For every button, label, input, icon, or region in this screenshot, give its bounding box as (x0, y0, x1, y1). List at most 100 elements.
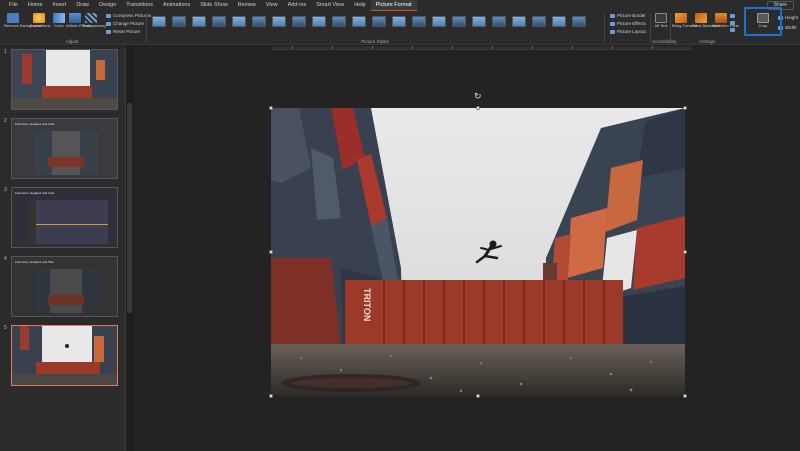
picture-style-15[interactable] (432, 16, 446, 27)
picture-style-4[interactable] (212, 16, 226, 27)
picture-style-16[interactable] (452, 16, 466, 27)
ruler-tick (452, 46, 453, 49)
corrections-button[interactable]: Corrections (30, 13, 50, 29)
slide-5-image (12, 326, 117, 385)
picture-style-10[interactable] (332, 16, 346, 27)
align-button[interactable] (730, 14, 737, 18)
thumbnail-panel-scrollbar[interactable] (127, 103, 132, 313)
remove-background-button[interactable]: Remove Background (4, 13, 41, 29)
picture-style-3[interactable] (192, 16, 206, 27)
slide-3-title: Footnotes, Headers and Lists (15, 191, 55, 195)
menu-slide-show[interactable]: Slide Show (195, 0, 233, 11)
slide-2-title: Footnotes, Headers and Lists (15, 122, 55, 126)
selected-picture[interactable]: TRITON (271, 108, 685, 396)
picture-style-11[interactable] (352, 16, 366, 27)
send-backward-button[interactable]: Send Backward (692, 13, 720, 29)
slide-1-image (12, 50, 117, 109)
slide-3-image (12, 188, 117, 247)
picture-style-1[interactable] (152, 16, 166, 27)
slide-2-image (12, 119, 117, 178)
picture-style-17[interactable] (472, 16, 486, 27)
menu-home[interactable]: Home (23, 0, 48, 11)
resize-handle-bottom-right[interactable] (683, 394, 687, 398)
picture-options-group: Picture Border Picture Effects Picture L… (608, 11, 650, 45)
menu-add-ins[interactable]: Add-ins (283, 0, 312, 11)
picture-style-13[interactable] (392, 16, 406, 27)
ruler-tick (332, 46, 333, 49)
ribbon-separator (146, 14, 147, 42)
picture-style-6[interactable] (252, 16, 266, 27)
change-picture-button[interactable]: Change Picture (106, 21, 144, 26)
picture-styles-group-label: Picture Styles (361, 39, 389, 44)
menu-bar: File Home Insert Draw Design Transitions… (0, 0, 800, 11)
resize-handle-left[interactable] (269, 250, 273, 254)
resize-handle-right[interactable] (683, 250, 687, 254)
menu-help[interactable]: Help (349, 0, 370, 11)
slide-thumbnail-5[interactable] (11, 325, 118, 386)
menu-view[interactable]: View (261, 0, 283, 11)
slide-thumbnail-2[interactable]: Footnotes, Headers and Lists (11, 118, 118, 179)
slide-4-image (12, 257, 117, 316)
picture-style-2[interactable] (172, 16, 186, 27)
bring-forward-button[interactable]: Bring Forward (672, 13, 697, 29)
alt-text-button[interactable]: Alt Text (652, 13, 670, 29)
picture-border-icon (610, 13, 615, 18)
slide-number: 3 (4, 187, 7, 193)
picture-border-button[interactable]: Picture Border (610, 13, 646, 18)
ruler-tick (572, 46, 573, 49)
compress-pictures-button[interactable]: Compress Pictures (106, 13, 151, 18)
reset-picture-button[interactable]: Reset Picture (106, 29, 140, 34)
ruler-tick (532, 46, 533, 49)
arrange-group-label: Arrange (698, 39, 715, 44)
menu-file[interactable]: File (4, 0, 23, 11)
compress-icon (106, 13, 111, 18)
align-icon (730, 14, 735, 18)
color-icon (53, 13, 65, 23)
picture-style-7[interactable] (272, 16, 286, 27)
picture-layout-icon (610, 29, 615, 34)
resize-handle-top-right[interactable] (683, 106, 687, 110)
transparency-button[interactable]: Transparency (82, 13, 106, 29)
group-objects-button[interactable] (730, 21, 737, 25)
picture-style-12[interactable] (372, 16, 386, 27)
menu-review[interactable]: Review (233, 0, 261, 11)
resize-handle-bottom[interactable] (476, 394, 480, 398)
picture-style-19[interactable] (512, 16, 526, 27)
menu-design[interactable]: Design (94, 0, 121, 11)
slide-thumbnail-3[interactable]: Footnotes, Headers and Lists (11, 187, 118, 248)
corrections-icon (33, 13, 45, 23)
slide-thumbnail-1[interactable] (11, 49, 118, 110)
ruler-tick (652, 46, 653, 49)
ribbon-separator (670, 14, 671, 42)
menu-insert[interactable]: Insert (48, 0, 72, 11)
menu-draw[interactable]: Draw (71, 0, 94, 11)
picture-style-20[interactable] (532, 16, 546, 27)
rotate-handle-icon[interactable]: ↻ (474, 92, 483, 101)
ribbon-separator (604, 14, 605, 42)
picture-style-18[interactable] (492, 16, 506, 27)
rotate-objects-button[interactable] (730, 28, 737, 32)
resize-handle-bottom-left[interactable] (269, 394, 273, 398)
selection-pane-button[interactable]: Selection Pane (712, 13, 739, 29)
picture-style-14[interactable] (412, 16, 426, 27)
menu-transitions[interactable]: Transitions (121, 0, 158, 11)
slide-thumbnail-4[interactable]: Footnotes, Headers and Title (11, 256, 118, 317)
picture-style-21[interactable] (552, 16, 566, 27)
slide-number: 4 (4, 256, 7, 262)
picture-layout-button[interactable]: Picture Layout (610, 29, 646, 34)
menu-picture-format[interactable]: Picture Format (370, 0, 417, 11)
picture-effects-button[interactable]: Picture Effects (610, 21, 646, 26)
selection-pane-icon (715, 13, 727, 23)
horizontal-ruler (272, 46, 692, 50)
resize-handle-top[interactable] (476, 106, 480, 110)
rotate-icon (730, 28, 735, 32)
ribbon-separator (650, 14, 651, 42)
picture-style-9[interactable] (312, 16, 326, 27)
picture-style-5[interactable] (232, 16, 246, 27)
resize-handle-top-left[interactable] (269, 106, 273, 110)
picture-style-22[interactable] (572, 16, 586, 27)
picture-style-8[interactable] (292, 16, 306, 27)
send-backward-icon (695, 13, 707, 23)
menu-smart-view[interactable]: Smart View (311, 0, 349, 11)
menu-animations[interactable]: Animations (158, 0, 195, 11)
